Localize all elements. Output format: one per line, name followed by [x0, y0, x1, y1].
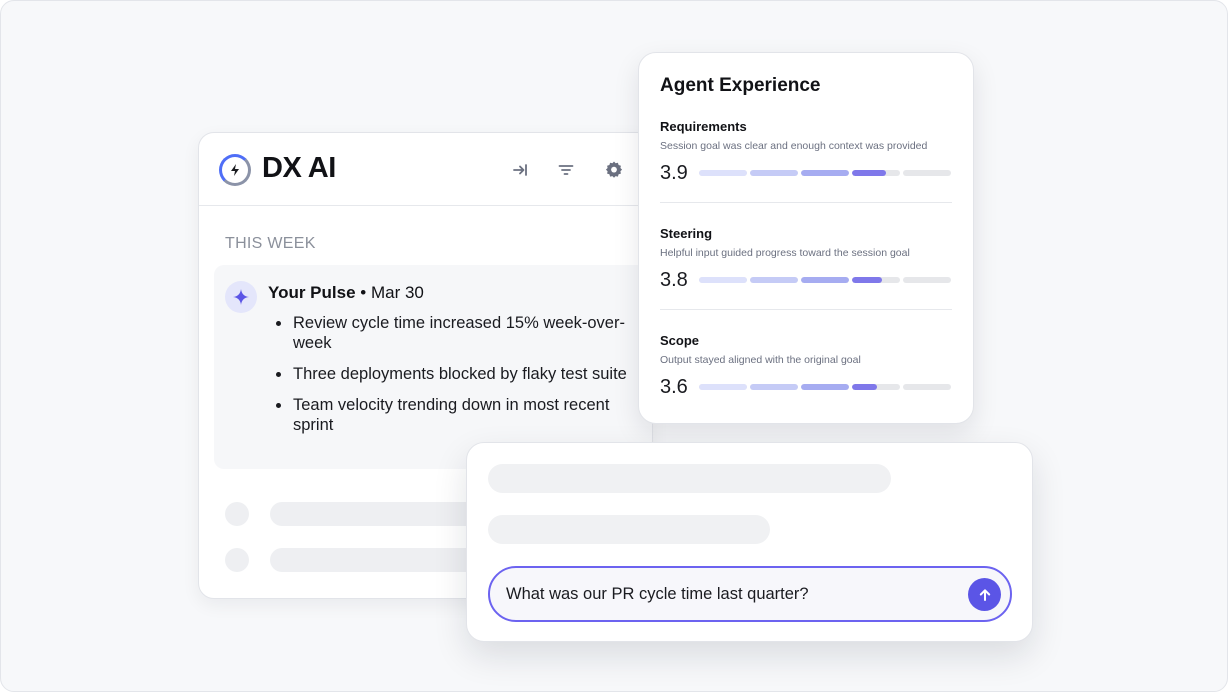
- chat-card: What was our PR cycle time last quarter?: [466, 442, 1033, 642]
- pulse-card[interactable]: Your Pulse • Mar 30 Review cycle time in…: [214, 265, 652, 469]
- chat-input[interactable]: What was our PR cycle time last quarter?: [488, 566, 1012, 622]
- score-segment: [852, 384, 900, 390]
- score-bar: [699, 170, 952, 176]
- score-bar: [699, 384, 952, 390]
- list-item: Three deployments blocked by flaky test …: [274, 364, 629, 384]
- metric-steering: Steering Helpful input guided progress t…: [660, 226, 953, 293]
- score-segment-fill: [699, 384, 747, 390]
- score-segment: [801, 170, 849, 176]
- score-segment-fill: [852, 277, 882, 283]
- sparkle-icon: [225, 281, 257, 313]
- score-segment-fill: [801, 277, 849, 283]
- score-segment-fill: [801, 170, 849, 176]
- metric-description: Output stayed aligned with the original …: [660, 354, 861, 366]
- section-label: THIS WEEK: [225, 235, 316, 252]
- score-segment: [852, 277, 900, 283]
- score-segment: [699, 277, 747, 283]
- metric-name: Steering: [660, 226, 713, 241]
- score-segment: [801, 384, 849, 390]
- metric-score: 3.6: [660, 376, 688, 398]
- metric-name: Requirements: [660, 119, 747, 134]
- score-segment-fill: [699, 170, 747, 176]
- score-segment-fill: [750, 384, 798, 390]
- metric-description: Helpful input guided progress toward the…: [660, 247, 910, 259]
- pulse-title: Your Pulse: [268, 283, 356, 302]
- panel-header: DX AI: [199, 133, 652, 206]
- score-segment: [699, 170, 747, 176]
- skeleton-message: [488, 515, 770, 544]
- collapse-arrow-icon[interactable]: [509, 159, 531, 181]
- send-button[interactable]: [968, 578, 1001, 611]
- metric-requirements: Requirements Session goal was clear and …: [660, 119, 953, 186]
- metric-score: 3.8: [660, 269, 688, 291]
- score-segment: [903, 170, 951, 176]
- score-segment: [903, 384, 951, 390]
- score-segment: [852, 170, 900, 176]
- metric-scope: Scope Output stayed aligned with the ori…: [660, 333, 953, 400]
- score-segment-fill: [852, 170, 886, 176]
- score-segment-fill: [750, 277, 798, 283]
- metric-description: Session goal was clear and enough contex…: [660, 140, 928, 152]
- metric-score: 3.9: [660, 162, 688, 184]
- divider: [660, 309, 952, 310]
- score-segment-fill: [801, 384, 849, 390]
- pulse-heading: Your Pulse • Mar 30: [268, 283, 424, 303]
- chat-input-text[interactable]: What was our PR cycle time last quarter?: [506, 585, 809, 604]
- divider: [660, 202, 952, 203]
- skeleton-avatar: [225, 548, 249, 572]
- skeleton-message: [488, 464, 891, 493]
- score-bar: [699, 277, 952, 283]
- score-segment: [903, 277, 951, 283]
- score-segment-fill: [699, 277, 747, 283]
- list-item: Team velocity trending down in most rece…: [274, 395, 629, 435]
- list-item: Review cycle time increased 15% week-ove…: [274, 313, 629, 353]
- filter-icon[interactable]: [555, 159, 577, 181]
- dx-logo-icon: [219, 154, 251, 186]
- app-canvas: DX AI THIS WEEK Your Pulse • Mar 30 Revi…: [0, 0, 1228, 692]
- pulse-list: Review cycle time increased 15% week-ove…: [274, 313, 629, 446]
- score-segment-fill: [750, 170, 798, 176]
- score-segment: [699, 384, 747, 390]
- score-segment: [750, 277, 798, 283]
- score-segment-fill: [852, 384, 877, 390]
- gear-icon[interactable]: [603, 159, 625, 181]
- pulse-separator: •: [360, 283, 367, 302]
- score-segment: [750, 170, 798, 176]
- metric-name: Scope: [660, 333, 700, 348]
- card-title: Agent Experience: [660, 75, 821, 96]
- score-segment: [750, 384, 798, 390]
- app-title: DX AI: [262, 152, 336, 184]
- agent-experience-card: Agent Experience Requirements Session go…: [638, 52, 974, 424]
- pulse-date: Mar 30: [370, 283, 424, 302]
- arrow-up-icon: [979, 588, 990, 601]
- skeleton-avatar: [225, 502, 249, 526]
- score-segment: [801, 277, 849, 283]
